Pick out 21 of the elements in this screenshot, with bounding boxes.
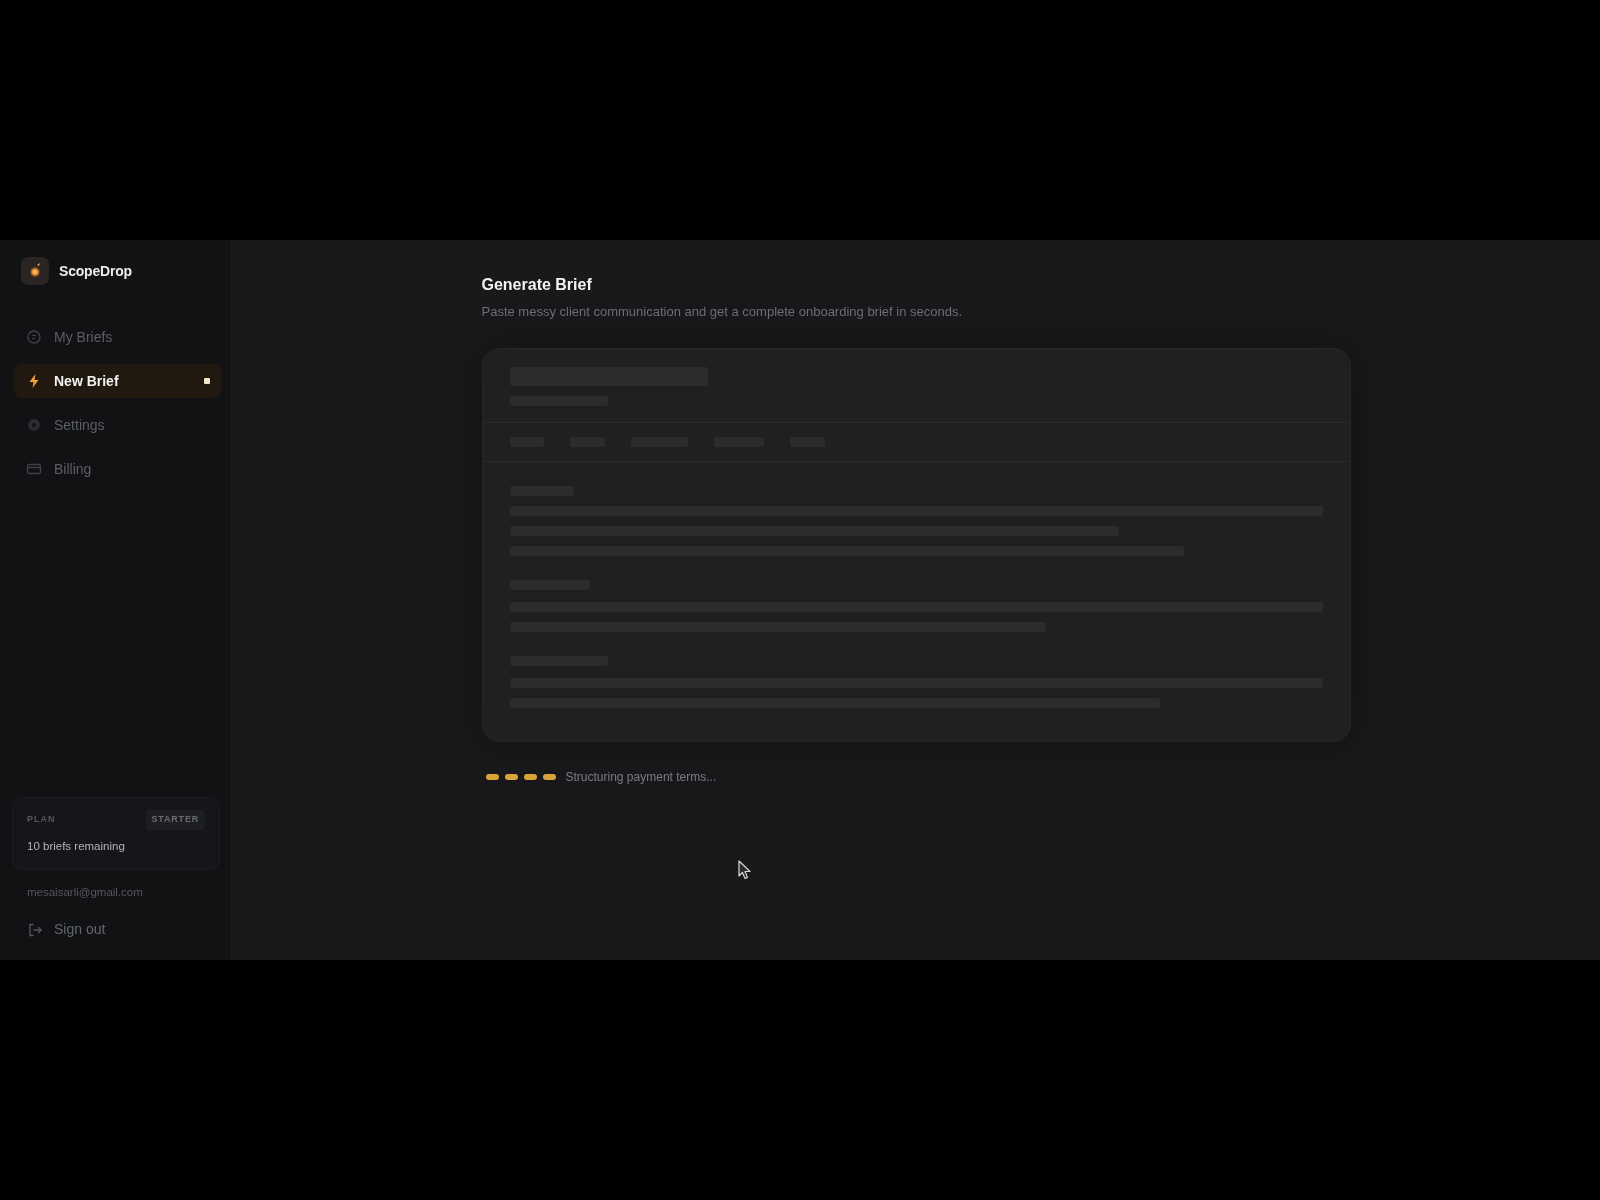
- briefs-remaining-text: 10 briefs remaining: [27, 838, 125, 854]
- credit-card-icon: [26, 461, 42, 477]
- sign-out-button[interactable]: Sign out: [12, 915, 106, 944]
- plan-badge: STARTER: [145, 810, 205, 830]
- sign-out-icon: [28, 922, 42, 937]
- loading-dots-icon: [485, 772, 556, 781]
- sidebar-item[interactable]: Billing: [14, 452, 222, 486]
- page-title: Generate Brief: [481, 275, 592, 295]
- document-circle-icon: [26, 329, 42, 345]
- mouse-cursor-icon: [738, 860, 752, 880]
- loading-status-text: Structuring payment terms...: [565, 768, 717, 786]
- sidebar-item[interactable]: Settings: [14, 408, 222, 442]
- app-name: ScopeDrop: [59, 261, 132, 281]
- user-email: mesaisarli@gmail.com: [27, 884, 143, 900]
- logo-icon: [21, 257, 49, 285]
- page-subtitle: Paste messy client communication and get a complete onboarding brief in seconds.: [481, 303, 963, 322]
- plan-label: PLAN: [27, 813, 56, 826]
- ring-icon: [26, 417, 42, 433]
- sidebar-item[interactable]: New Brief: [14, 364, 222, 398]
- sidebar-item[interactable]: My Briefs: [14, 320, 222, 354]
- active-indicator-icon: [204, 378, 210, 384]
